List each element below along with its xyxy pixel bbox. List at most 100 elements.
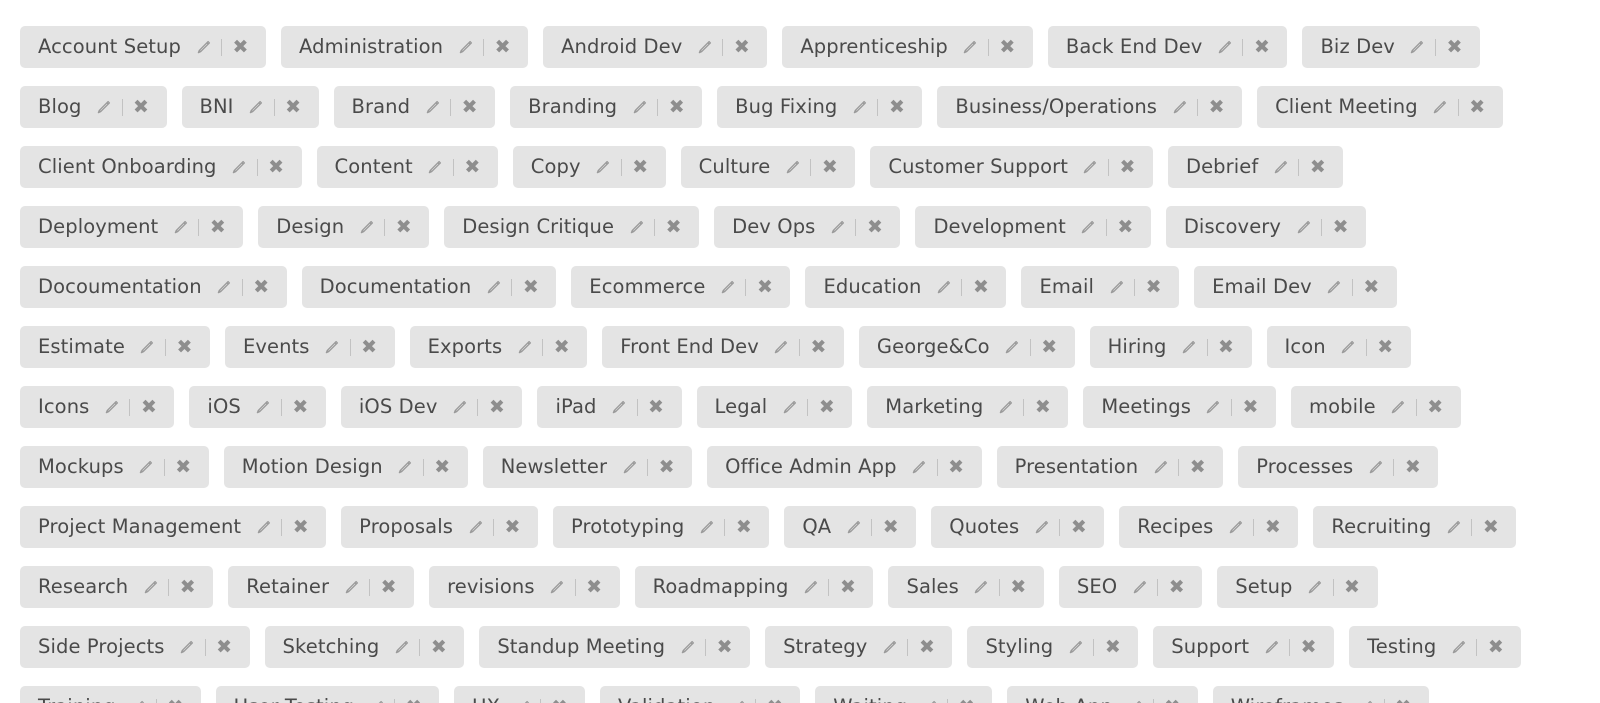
close-icon[interactable]: ✖ [208,217,227,237]
tag-chip[interactable]: Bug Fixing ✖ [717,86,923,128]
tag-chip[interactable]: Strategy ✖ [765,626,953,668]
close-icon[interactable]: ✖ [550,697,569,703]
pencil-icon[interactable] [1293,217,1313,237]
tag-chip[interactable]: Brand ✖ [333,86,496,128]
pencil-icon[interactable] [1214,37,1234,57]
close-icon[interactable]: ✖ [664,217,683,237]
close-icon[interactable]: ✖ [971,277,990,297]
pencil-icon[interactable] [677,637,697,657]
tag-chip[interactable]: Content ✖ [316,146,498,188]
tag-chip[interactable]: Motion Design ✖ [223,446,468,488]
pencil-icon[interactable] [465,517,485,537]
close-icon[interactable]: ✖ [1144,277,1163,297]
tag-chip[interactable]: Meetings ✖ [1083,386,1276,428]
tag-chip[interactable]: Documentation ✖ [301,266,557,308]
pencil-icon[interactable] [137,337,157,357]
close-icon[interactable]: ✖ [838,577,857,597]
tag-chip[interactable]: Setup ✖ [1217,566,1378,608]
pencil-icon[interactable] [919,697,939,703]
pencil-icon[interactable] [629,97,649,117]
pencil-icon[interactable] [609,397,629,417]
pencil-icon[interactable] [246,97,266,117]
pencil-icon[interactable] [779,397,799,417]
pencil-icon[interactable] [140,577,160,597]
tag-chip[interactable]: Icons ✖ [20,386,175,428]
pencil-icon[interactable] [322,337,342,357]
pencil-icon[interactable] [547,577,567,597]
pencil-icon[interactable] [1338,337,1358,357]
pencil-icon[interactable] [717,277,737,297]
pencil-icon[interactable] [1407,37,1427,57]
tag-chip[interactable]: Debrief ✖ [1167,146,1344,188]
pencil-icon[interactable] [995,397,1015,417]
pencil-icon[interactable] [849,97,869,117]
close-icon[interactable]: ✖ [947,457,966,477]
tag-chip[interactable]: Back End Dev ✖ [1047,26,1288,68]
tag-chip[interactable]: iOS ✖ [189,386,326,428]
close-icon[interactable]: ✖ [1033,397,1052,417]
tag-chip[interactable]: Docoumentation ✖ [20,266,287,308]
tag-chip[interactable]: Web App ✖ [1007,686,1198,703]
close-icon[interactable]: ✖ [1331,217,1350,237]
pencil-icon[interactable] [694,37,714,57]
tag-chip[interactable]: Blog ✖ [20,86,167,128]
tag-chip[interactable]: Testing ✖ [1349,626,1522,668]
tag-chip[interactable]: Client Onboarding ✖ [20,146,302,188]
close-icon[interactable]: ✖ [1299,637,1318,657]
pencil-icon[interactable] [1065,637,1085,657]
close-icon[interactable]: ✖ [667,97,686,117]
pencil-icon[interactable] [449,397,469,417]
tag-chip[interactable]: George&Co ✖ [858,326,1075,368]
pencil-icon[interactable] [177,637,197,657]
tag-chip[interactable]: Proposals ✖ [341,506,539,548]
pencil-icon[interactable] [512,697,532,703]
close-icon[interactable]: ✖ [1103,637,1122,657]
tag-chip[interactable]: Copy ✖ [512,146,666,188]
pencil-icon[interactable] [1430,97,1450,117]
pencil-icon[interactable] [193,37,213,57]
tag-chip[interactable]: Roadmapping ✖ [634,566,874,608]
close-icon[interactable]: ✖ [284,97,303,117]
pencil-icon[interactable] [1002,337,1022,357]
close-icon[interactable]: ✖ [755,277,774,297]
close-icon[interactable]: ✖ [463,157,482,177]
pencil-icon[interactable] [933,277,953,297]
pencil-icon[interactable] [366,697,386,703]
close-icon[interactable]: ✖ [887,97,906,117]
close-icon[interactable]: ✖ [1486,637,1505,657]
tag-chip[interactable]: Processes ✖ [1238,446,1439,488]
close-icon[interactable]: ✖ [917,637,936,657]
tag-chip[interactable]: Sketching ✖ [264,626,465,668]
close-icon[interactable]: ✖ [521,277,540,297]
pencil-icon[interactable] [229,157,249,177]
pencil-icon[interactable] [800,577,820,597]
tag-chip[interactable]: Ecommerce ✖ [571,266,791,308]
close-icon[interactable]: ✖ [139,397,158,417]
pencil-icon[interactable] [170,217,190,237]
pencil-icon[interactable] [1443,517,1463,537]
pencil-icon[interactable] [593,157,613,177]
close-icon[interactable]: ✖ [1394,697,1413,703]
close-icon[interactable]: ✖ [957,697,976,703]
close-icon[interactable]: ✖ [998,37,1017,57]
pencil-icon[interactable] [1169,97,1189,117]
tag-chip[interactable]: Recipes ✖ [1119,506,1299,548]
close-icon[interactable]: ✖ [291,397,310,417]
tag-chip[interactable]: Project Management ✖ [20,506,327,548]
pencil-icon[interactable] [455,37,475,57]
close-icon[interactable]: ✖ [1362,277,1381,297]
close-icon[interactable]: ✖ [809,337,828,357]
close-icon[interactable]: ✖ [1426,397,1445,417]
close-icon[interactable]: ✖ [552,337,571,357]
close-icon[interactable]: ✖ [1468,97,1487,117]
tag-chip[interactable]: Education ✖ [805,266,1007,308]
pencil-icon[interactable] [395,457,415,477]
close-icon[interactable]: ✖ [404,697,423,703]
pencil-icon[interactable] [1203,397,1223,417]
close-icon[interactable]: ✖ [1217,337,1236,357]
pencil-icon[interactable] [879,637,899,657]
pencil-icon[interactable] [1365,457,1385,477]
pencil-icon[interactable] [1080,157,1100,177]
tag-chip[interactable]: Retainer ✖ [228,566,415,608]
tag-chip[interactable]: Development ✖ [915,206,1151,248]
